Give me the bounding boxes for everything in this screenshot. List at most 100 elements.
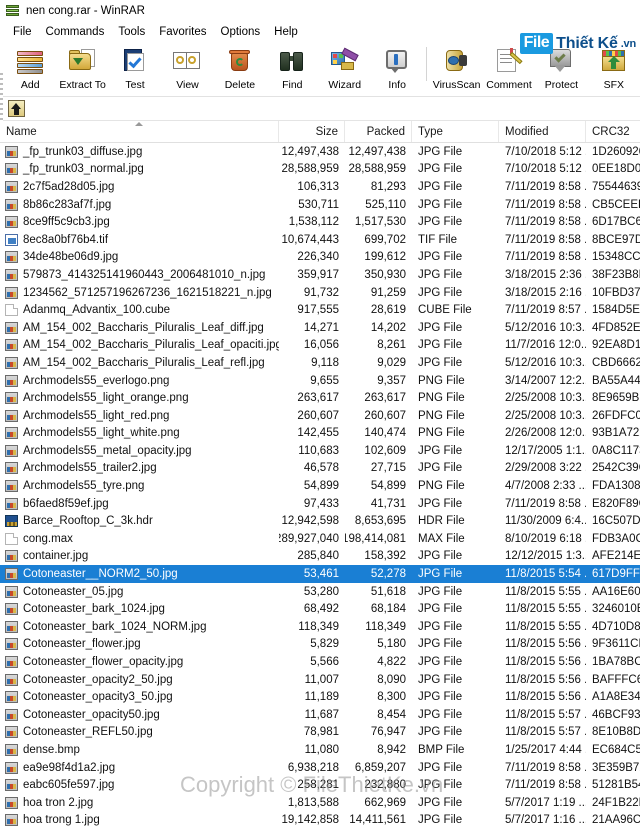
file-name-label: Cotoneaster_REFL50.jpg (23, 726, 153, 739)
table-row[interactable]: 1234562_571257196267236_1621518221_n.jpg… (0, 284, 640, 302)
table-row[interactable]: Cotoneaster_opacity3_50.jpg 11,189 8,300 JP… (0, 688, 640, 706)
cell-size: 142,455 (297, 427, 339, 440)
blank-file-icon (5, 304, 18, 317)
menu-item-favorites[interactable]: Favorites (152, 24, 213, 41)
table-row[interactable]: Cotoneaster__NORM2_50.jpg 53,461 52,278 JPG… (0, 565, 640, 583)
cell-size: 289,927,040 (279, 532, 339, 545)
menu-item-tools[interactable]: Tools (111, 24, 152, 41)
wizard-button[interactable]: Wizard (319, 43, 371, 95)
cell-size: 359,917 (297, 268, 339, 281)
column-header-modified[interactable]: Modified (499, 121, 586, 142)
jpg-file-icon (5, 356, 18, 369)
cell-size: 91,732 (303, 286, 339, 299)
table-row[interactable]: _fp_trunk03_diffuse.jpg 12,497,438 12,497,… (0, 143, 640, 161)
cell-name: 579873_414325141960443_2006481010_n.jpg (0, 268, 279, 281)
table-row[interactable]: Adanmq_Advantix_100.cube 917,555 28,619 CUB… (0, 301, 640, 319)
table-row[interactable]: 8b86c283af7f.jpg 530,711 525,110 JPG File 7/… (0, 196, 640, 214)
cell-type: MAX File (418, 532, 465, 545)
cell-name: 34de48be06d9.jpg (0, 251, 279, 264)
cell-packed: 28,588,959 (348, 163, 406, 176)
table-row[interactable]: Archmodels55_everlogo.png 9,655 9,357 PNG F… (0, 372, 640, 390)
delete-button[interactable]: Delete (214, 43, 266, 95)
cell-packed: 41,731 (370, 497, 406, 510)
protect-button[interactable]: Protect (535, 43, 587, 95)
table-row[interactable]: 579873_414325141960443_2006481010_n.jpg 3… (0, 266, 640, 284)
sfx-button[interactable]: SFX (588, 43, 640, 95)
info-button[interactable]: Info (371, 43, 423, 95)
table-row[interactable]: Cotoneaster_bark_1024_NORM.jpg 118,349 118… (0, 618, 640, 636)
cell-size: 78,981 (303, 726, 339, 739)
winrar-window: nen cong.rar - WinRAR File Commands Tool… (0, 0, 640, 831)
cell-type: JPG File (418, 339, 463, 352)
table-row[interactable]: Archmodels55_light_orange.png 263,617 263,… (0, 389, 640, 407)
table-row[interactable]: 34de48be06d9.jpg 226,340 199,612 JPG File 7/… (0, 249, 640, 267)
table-row[interactable]: AM_154_002_Baccharis_Piluralis_Leaf_diff… (0, 319, 640, 337)
cell-type: PNG File (418, 409, 465, 422)
column-header-packed[interactable]: Packed (345, 121, 412, 142)
find-button[interactable]: Find (266, 43, 318, 95)
sort-ascending-icon (135, 122, 143, 126)
wizard-button-label: Wizard (328, 79, 362, 91)
table-row[interactable]: dense.bmp 11,080 8,942 BMP File 1/25/2017 4:… (0, 741, 640, 759)
table-row[interactable]: Cotoneaster_opacity50.jpg 11,687 8,454 JPG … (0, 706, 640, 724)
table-row[interactable]: Cotoneaster_bark_1024.jpg 68,492 68,184 JPG… (0, 600, 640, 618)
virusscan-button-label: VirusScan (432, 79, 481, 91)
cell-packed: 1,517,530 (354, 216, 406, 229)
add-button[interactable]: Add (4, 43, 56, 95)
column-header-name[interactable]: Name (0, 121, 279, 142)
table-row[interactable]: container.jpg 285,840 158,392 JPG File 12/12… (0, 548, 640, 566)
view-button[interactable]: View (161, 43, 213, 95)
table-row[interactable]: Cotoneaster_flower_opacity.jpg 5,566 4,822… (0, 653, 640, 671)
cell-type: JPG File (418, 444, 463, 457)
table-row[interactable]: AM_154_002_Baccharis_Piluralis_Leaf_opac… (0, 337, 640, 355)
table-row[interactable]: Archmodels55_trailer2.jpg 46,578 27,715 JPG… (0, 460, 640, 478)
column-header-type[interactable]: Type (412, 121, 499, 142)
table-row[interactable]: Archmodels55_tyre.png 54,899 54,899 PNG Fil… (0, 477, 640, 495)
cell-name: _fp_trunk03_diffuse.jpg (0, 145, 279, 158)
file-name-label: Cotoneaster_05.jpg (23, 585, 124, 598)
jpg-file-icon (5, 708, 18, 721)
cell-name: Archmodels55_light_white.png (0, 427, 279, 440)
cell-packed: 263,617 (364, 392, 406, 405)
test-button[interactable]: Test (109, 43, 161, 95)
file-list[interactable]: _fp_trunk03_diffuse.jpg 12,497,438 12,497,… (0, 143, 640, 831)
file-name-label: Archmodels55_trailer2.jpg (23, 462, 157, 475)
column-header-size[interactable]: Size (279, 121, 345, 142)
table-row[interactable]: Barce_Rooftop_C_3k.hdr 12,942,598 8,653,69… (0, 512, 640, 530)
bmp-file-icon (5, 743, 18, 756)
table-row[interactable]: Archmodels55_metal_opacity.jpg 110,683 102… (0, 442, 640, 460)
menu-item-commands[interactable]: Commands (39, 24, 112, 41)
table-row[interactable]: 8ec8a0bf76b4.tif 10,674,443 699,702 TIF Fil… (0, 231, 640, 249)
menu-item-options[interactable]: Options (214, 24, 268, 41)
table-row[interactable]: Cotoneaster_opacity2_50.jpg 11,007 8,090 JP… (0, 671, 640, 689)
table-row[interactable]: AM_154_002_Baccharis_Piluralis_Leaf_refl… (0, 354, 640, 372)
table-row[interactable]: Archmodels55_light_white.png 142,455 140,4… (0, 425, 640, 443)
up-one-level-icon[interactable] (8, 100, 25, 117)
table-row[interactable]: b6faed8f59ef.jpg 97,433 41,731 JPG File 7/11… (0, 495, 640, 513)
table-row[interactable]: 8ce9ff5c9cb3.jpg 1,538,112 1,517,530 JPG Fi… (0, 213, 640, 231)
table-row[interactable]: hoa tron 2.jpg 1,813,588 662,969 JPG File 5/… (0, 794, 640, 812)
table-row[interactable]: 2c7f5ad28d05.jpg 106,313 81,293 JPG File 7/1… (0, 178, 640, 196)
table-row[interactable]: hoa trong 1.jpg 19,142,858 14,411,561 JPG F… (0, 812, 640, 830)
cell-name: 2c7f5ad28d05.jpg (0, 180, 279, 193)
cell-modified: 5/12/2016 10:3... (505, 321, 586, 334)
address-bar[interactable] (0, 97, 640, 121)
extract-to-button[interactable]: Extract To (56, 43, 108, 95)
jpg-file-icon (5, 779, 18, 792)
menu-item-file[interactable]: File (6, 24, 39, 41)
table-row[interactable]: Cotoneaster_05.jpg 53,280 51,618 JPG File 11… (0, 583, 640, 601)
column-header-crc32[interactable]: CRC32 (586, 121, 640, 142)
cell-packed: 8,942 (377, 743, 406, 756)
virusscan-button[interactable]: VirusScan (430, 43, 482, 95)
table-row[interactable]: Archmodels55_light_red.png 260,607 260,607… (0, 407, 640, 425)
table-row[interactable]: Cotoneaster_flower.jpg 5,829 5,180 JPG File… (0, 636, 640, 654)
table-row[interactable]: Cotoneaster_REFL50.jpg 78,981 76,947 JPG Fi… (0, 724, 640, 742)
comment-button[interactable]: Comment (483, 43, 535, 95)
menu-item-help[interactable]: Help (267, 24, 305, 41)
table-row[interactable]: cong.max 289,927,040 198,414,081 MAX File 8/… (0, 530, 640, 548)
table-row[interactable]: _fp_trunk03_normal.jpg 28,588,959 28,588,9… (0, 161, 640, 179)
table-row[interactable]: ea9e98f4d1a2.jpg 6,938,218 6,859,207 JPG Fi… (0, 759, 640, 777)
table-row[interactable]: eabc605fe597.jpg 258,281 232,880 JPG File 7/… (0, 776, 640, 794)
cell-size: 16,056 (303, 339, 339, 352)
cell-crc32: CB5CEEF7 (592, 198, 640, 211)
